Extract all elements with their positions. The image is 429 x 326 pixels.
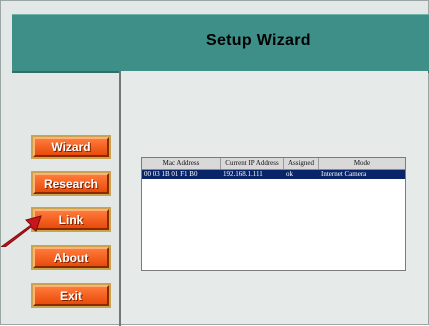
column-header-ip[interactable]: Current IP Address (221, 158, 284, 169)
exit-button-label: Exit (59, 288, 82, 303)
about-button-label: About (53, 250, 89, 265)
exit-button[interactable]: Exit (31, 283, 111, 308)
cell-assigned: ok (286, 170, 293, 178)
column-header-mac[interactable]: Mac Address (142, 158, 221, 169)
research-button[interactable]: Research (31, 171, 111, 196)
table-header: Mac Address Current IP Address Assigned … (142, 158, 405, 170)
pointer-arrow-icon (1, 215, 42, 247)
sidebar-divider (119, 71, 121, 326)
link-button-label: Link (58, 212, 84, 227)
column-header-mode[interactable]: Mode (319, 158, 405, 169)
cell-mode: Internet Camera (321, 170, 367, 178)
page-title: Setup Wizard (206, 32, 311, 49)
cell-mac: 00 03 1B 01 F1 B0 (144, 170, 198, 178)
wizard-button[interactable]: Wizard (31, 135, 111, 159)
column-header-assigned[interactable]: Assigned (284, 158, 319, 169)
cell-ip: 192.168.1.111 (223, 170, 263, 178)
table-row[interactable]: 00 03 1B 01 F1 B0 192.168.1.111 ok Inter… (142, 170, 405, 179)
about-button[interactable]: About (31, 245, 111, 270)
wizard-button-label: Wizard (51, 140, 91, 154)
setup-wizard-window: Setup Wizard Wizard Research Link About … (0, 0, 429, 326)
research-button-label: Research (43, 176, 99, 191)
device-table[interactable]: Mac Address Current IP Address Assigned … (141, 157, 406, 271)
